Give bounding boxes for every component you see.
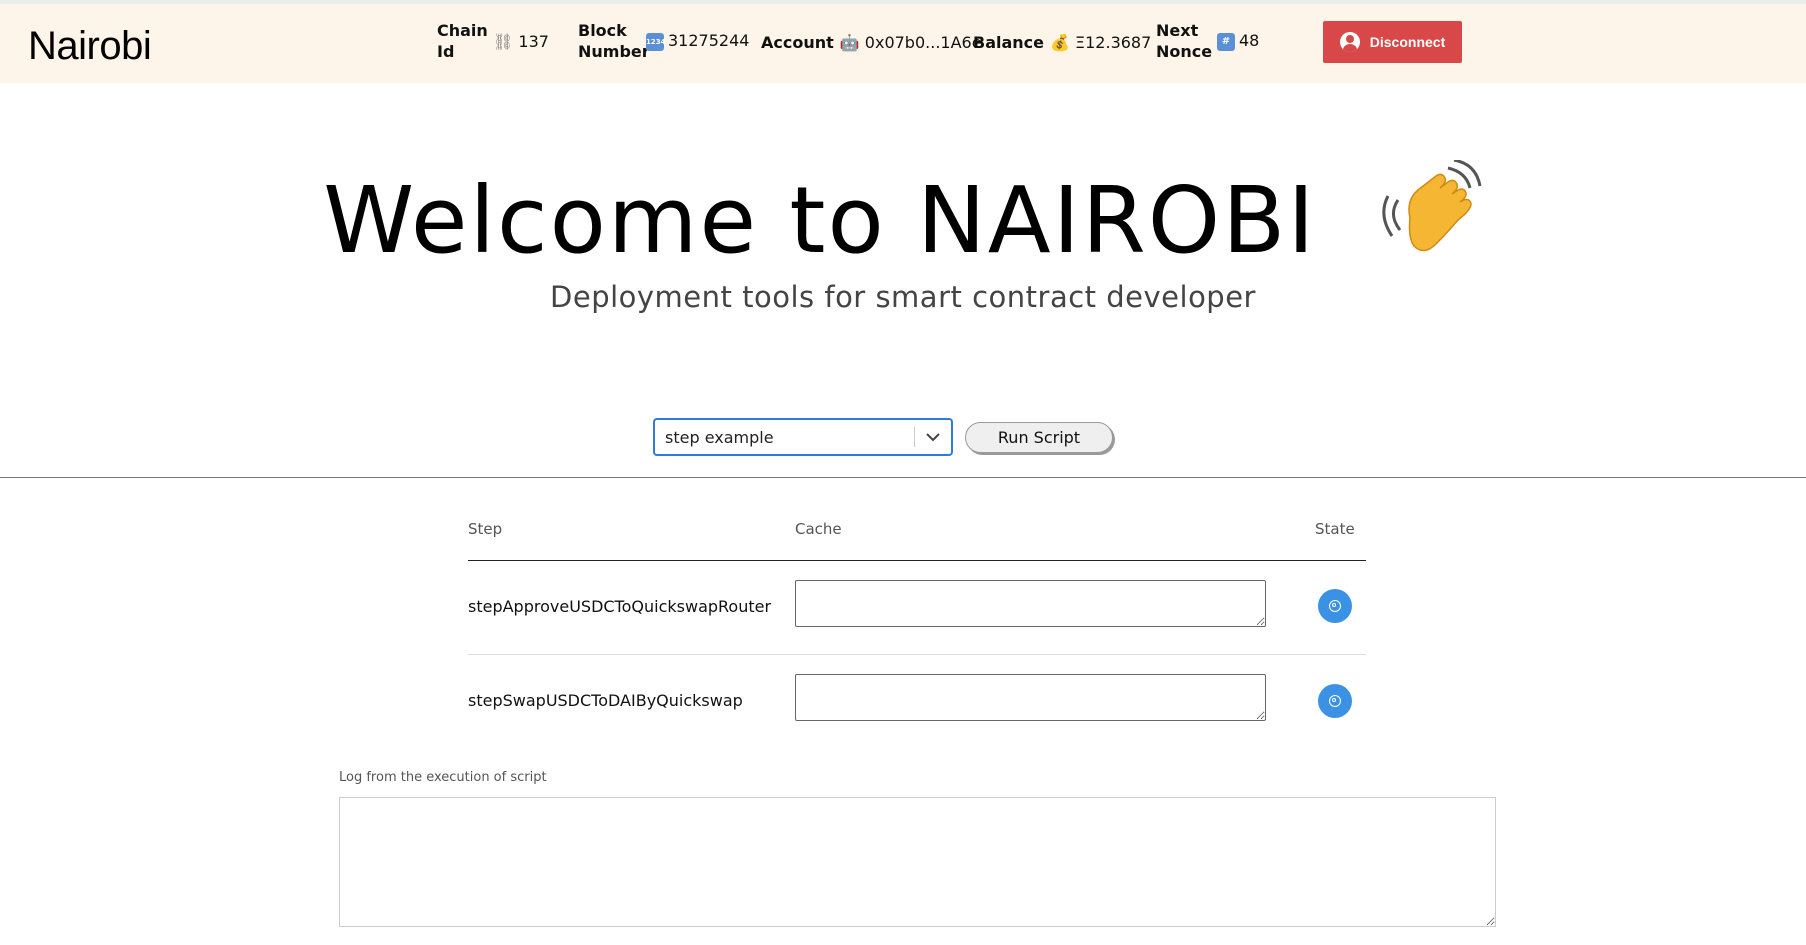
disconnect-label: Disconnect (1369, 34, 1446, 50)
brand-logo-text: Nairobi (28, 24, 152, 68)
stat-value: 1234 31275244 (646, 31, 749, 51)
stat-label: Block Number (578, 21, 650, 61)
header-bar: Nairobi Chain Id ⛓ 137 Block Number 1234… (0, 4, 1806, 83)
run-script-button[interactable]: Run Script (965, 422, 1113, 453)
hero-title-text: Welcome to NAIROBI (323, 167, 1317, 274)
table-header-divider (468, 560, 1366, 561)
stat-label: Account (761, 33, 834, 52)
stat-next-nonce: Next Nonce #48 (1156, 20, 1259, 62)
stat-chain-id: Chain Id ⛓ 137 (437, 20, 549, 62)
state-button[interactable] (1318, 589, 1352, 623)
user-icon (1339, 32, 1360, 52)
block-number-value: 31275244 (668, 31, 750, 51)
stat-value: ⛓ 137 (493, 32, 549, 51)
hash-icon: # (1217, 32, 1235, 51)
stat-value: #48 (1217, 31, 1259, 51)
cache-field[interactable] (795, 674, 1266, 721)
numbers-icon: 1234 (646, 32, 665, 51)
stat-balance: Balance 💰 Ξ12.3687 (973, 32, 1151, 53)
robot-icon: 🤖 (839, 33, 860, 52)
chain-icon: ⛓ (493, 31, 514, 51)
chain-id-value: 137 (518, 31, 549, 51)
state-button[interactable] (1318, 684, 1352, 718)
stat-account: Account 🤖 0x07b0...1A6e (761, 32, 982, 53)
stat-block-number: Block Number 1234 31275244 (578, 20, 749, 62)
stat-label: Chain Id (437, 21, 488, 61)
log-output[interactable] (339, 797, 1496, 927)
script-select-value: step example (665, 427, 774, 447)
column-header-state: State (1315, 520, 1355, 538)
hero-title: Welcome to NAIROBI (0, 160, 1806, 274)
balance-value: Ξ12.3687 (1075, 33, 1152, 52)
column-header-step: Step (468, 520, 503, 538)
stat-value: 💰 Ξ12.3687 (1050, 33, 1151, 52)
step-name: stepSwapUSDCToDAIByQuickswap (468, 691, 743, 710)
step-name: stepApproveUSDCToQuickswapRouter (468, 597, 772, 616)
chevron-down-icon[interactable] (915, 432, 951, 442)
table-row-divider (468, 654, 1366, 655)
hero-subtitle: Deployment tools for smart contract deve… (550, 280, 1256, 314)
cache-field[interactable] (795, 580, 1266, 627)
section-divider (0, 477, 1806, 478)
target-icon (1329, 600, 1341, 612)
stat-label: Balance (973, 33, 1044, 52)
log-label: Log from the execution of script (339, 770, 547, 785)
account-value: 0x07b0...1A6e (864, 33, 982, 52)
column-header-cache: Cache (795, 520, 842, 538)
money-bag-icon: 💰 (1050, 33, 1070, 52)
disconnect-button[interactable]: Disconnect (1323, 21, 1462, 63)
stat-value: 🤖 0x07b0...1A6e (840, 33, 982, 52)
next-nonce-value: 48 (1239, 31, 1260, 51)
target-icon (1329, 695, 1341, 707)
script-select[interactable]: step example (653, 418, 953, 456)
stat-label: Next Nonce (1156, 21, 1213, 61)
waving-hand-icon (1382, 160, 1482, 252)
